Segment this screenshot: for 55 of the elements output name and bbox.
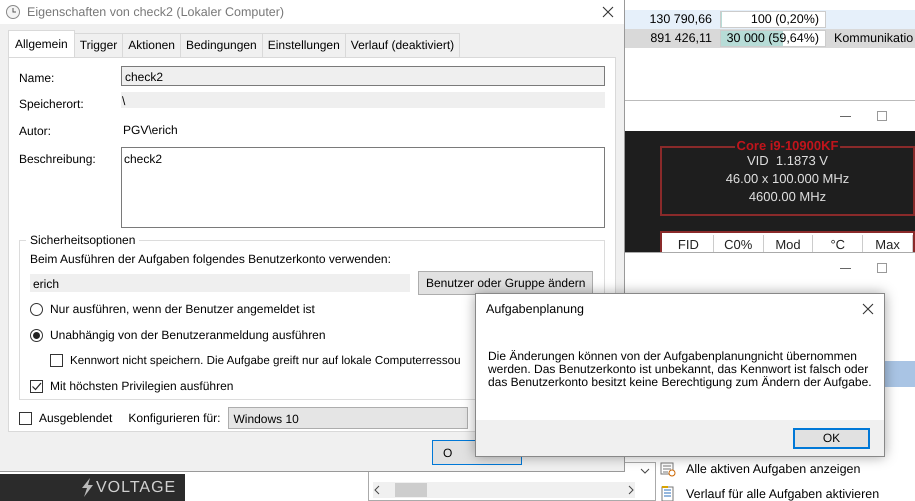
dropdown[interactable]: Windows 10 xyxy=(228,407,468,429)
text-area[interactable]: check2 xyxy=(121,147,605,228)
close-icon[interactable] xyxy=(862,303,874,315)
cpu-reading: 46.00 x 100.000 MHz xyxy=(724,170,850,188)
field-label: Beschreibung: xyxy=(19,151,97,168)
maximize-button[interactable] xyxy=(877,263,887,273)
check-icon xyxy=(31,381,42,392)
cpu-reading: VID 1.1873 V xyxy=(746,152,829,170)
scroll-left-icon[interactable] xyxy=(373,485,381,495)
action-link[interactable]: Verlauf für alle Aufgaben aktivieren xyxy=(686,484,880,501)
field-label: Autor: xyxy=(19,123,52,140)
account-field: erich xyxy=(30,274,410,292)
checkbox[interactable] xyxy=(19,412,32,424)
checkbox[interactable] xyxy=(50,354,63,368)
close-icon[interactable] xyxy=(602,6,614,18)
ok-button[interactable]: OK xyxy=(793,428,870,448)
table-cell-text: Kommunikatio xyxy=(833,30,914,48)
readonly-field[interactable]: \ xyxy=(121,92,605,108)
clock-icon xyxy=(5,4,21,20)
tab[interactable]: Allgemein xyxy=(8,30,75,57)
scroll-right-icon[interactable] xyxy=(627,485,635,495)
table-row[interactable]: 891 426,11 30 000 (59,64%) Kommunikatio xyxy=(625,29,915,48)
logo-text: VOLTAGE xyxy=(96,478,176,496)
cpu-reading: 4600.00 MHz xyxy=(748,188,828,206)
option-label: Ausgeblendet xyxy=(39,410,112,427)
checkbox[interactable] xyxy=(30,380,43,393)
message-text: Die Änderungen können von der Aufgabenplanungnicht übernommen werden. Das Benutzerkonto ist unbekannt, das Kennwort ist falsch oder das Benutzerkonto besitzt keine Berechtigung zum Ändern der Aufgabe. xyxy=(488,350,872,389)
option-label: Kennwort nicht speichern. Die Aufgabe greift nur auf lokale Computerressou xyxy=(70,353,461,369)
option-label: Unabhängig von der Benutzeranmeldung ausführen xyxy=(50,327,326,344)
window-title: Eigenschaften von check2 (Lokaler Computer) xyxy=(27,4,286,21)
dialog-title: Aufgabenplanung xyxy=(486,300,584,318)
group-title: Sicherheitsoptionen xyxy=(26,233,140,247)
field-value: PGV\erich xyxy=(122,122,179,139)
change-user-button[interactable]: Benutzer oder Gruppe ändern xyxy=(418,271,594,295)
horizontal-scrollbar[interactable] xyxy=(373,482,635,498)
scroll-thumb[interactable] xyxy=(395,483,427,497)
scroll-down-icon[interactable] xyxy=(640,467,650,475)
radio-button[interactable] xyxy=(30,328,43,342)
table-cell: 100 (0,20%) xyxy=(720,11,826,28)
option-label: Mit höchsten Privilegien ausführen xyxy=(50,378,234,396)
field-label: Name: xyxy=(19,70,56,87)
task-list-icon xyxy=(660,461,676,478)
input-field[interactable]: check2 xyxy=(121,66,605,86)
table-cell-text: 891 426,11 xyxy=(649,30,713,48)
table-row[interactable]: 130 790,66 100 (0,20%) xyxy=(625,10,915,29)
radio-button[interactable] xyxy=(30,302,43,316)
action-link[interactable]: Alle aktiven Aufgaben anzeigen xyxy=(686,460,860,479)
table-cell: 30 000 (59,64%) xyxy=(720,30,826,47)
tab[interactable]: Verlauf (deaktiviert) xyxy=(344,33,460,57)
field-label: Konfigurieren für: xyxy=(128,410,220,427)
maximize-button[interactable] xyxy=(877,111,887,121)
option-label: Nur ausführen, wenn der Benutzer angemeldet ist xyxy=(50,301,315,318)
field-label: Speicherort: xyxy=(19,96,85,113)
account-label: Beim Ausführen der Aufgaben folgendes Benutzerkonto verwenden: xyxy=(30,251,392,268)
table-cell-text: 130 790,66 xyxy=(648,11,713,28)
